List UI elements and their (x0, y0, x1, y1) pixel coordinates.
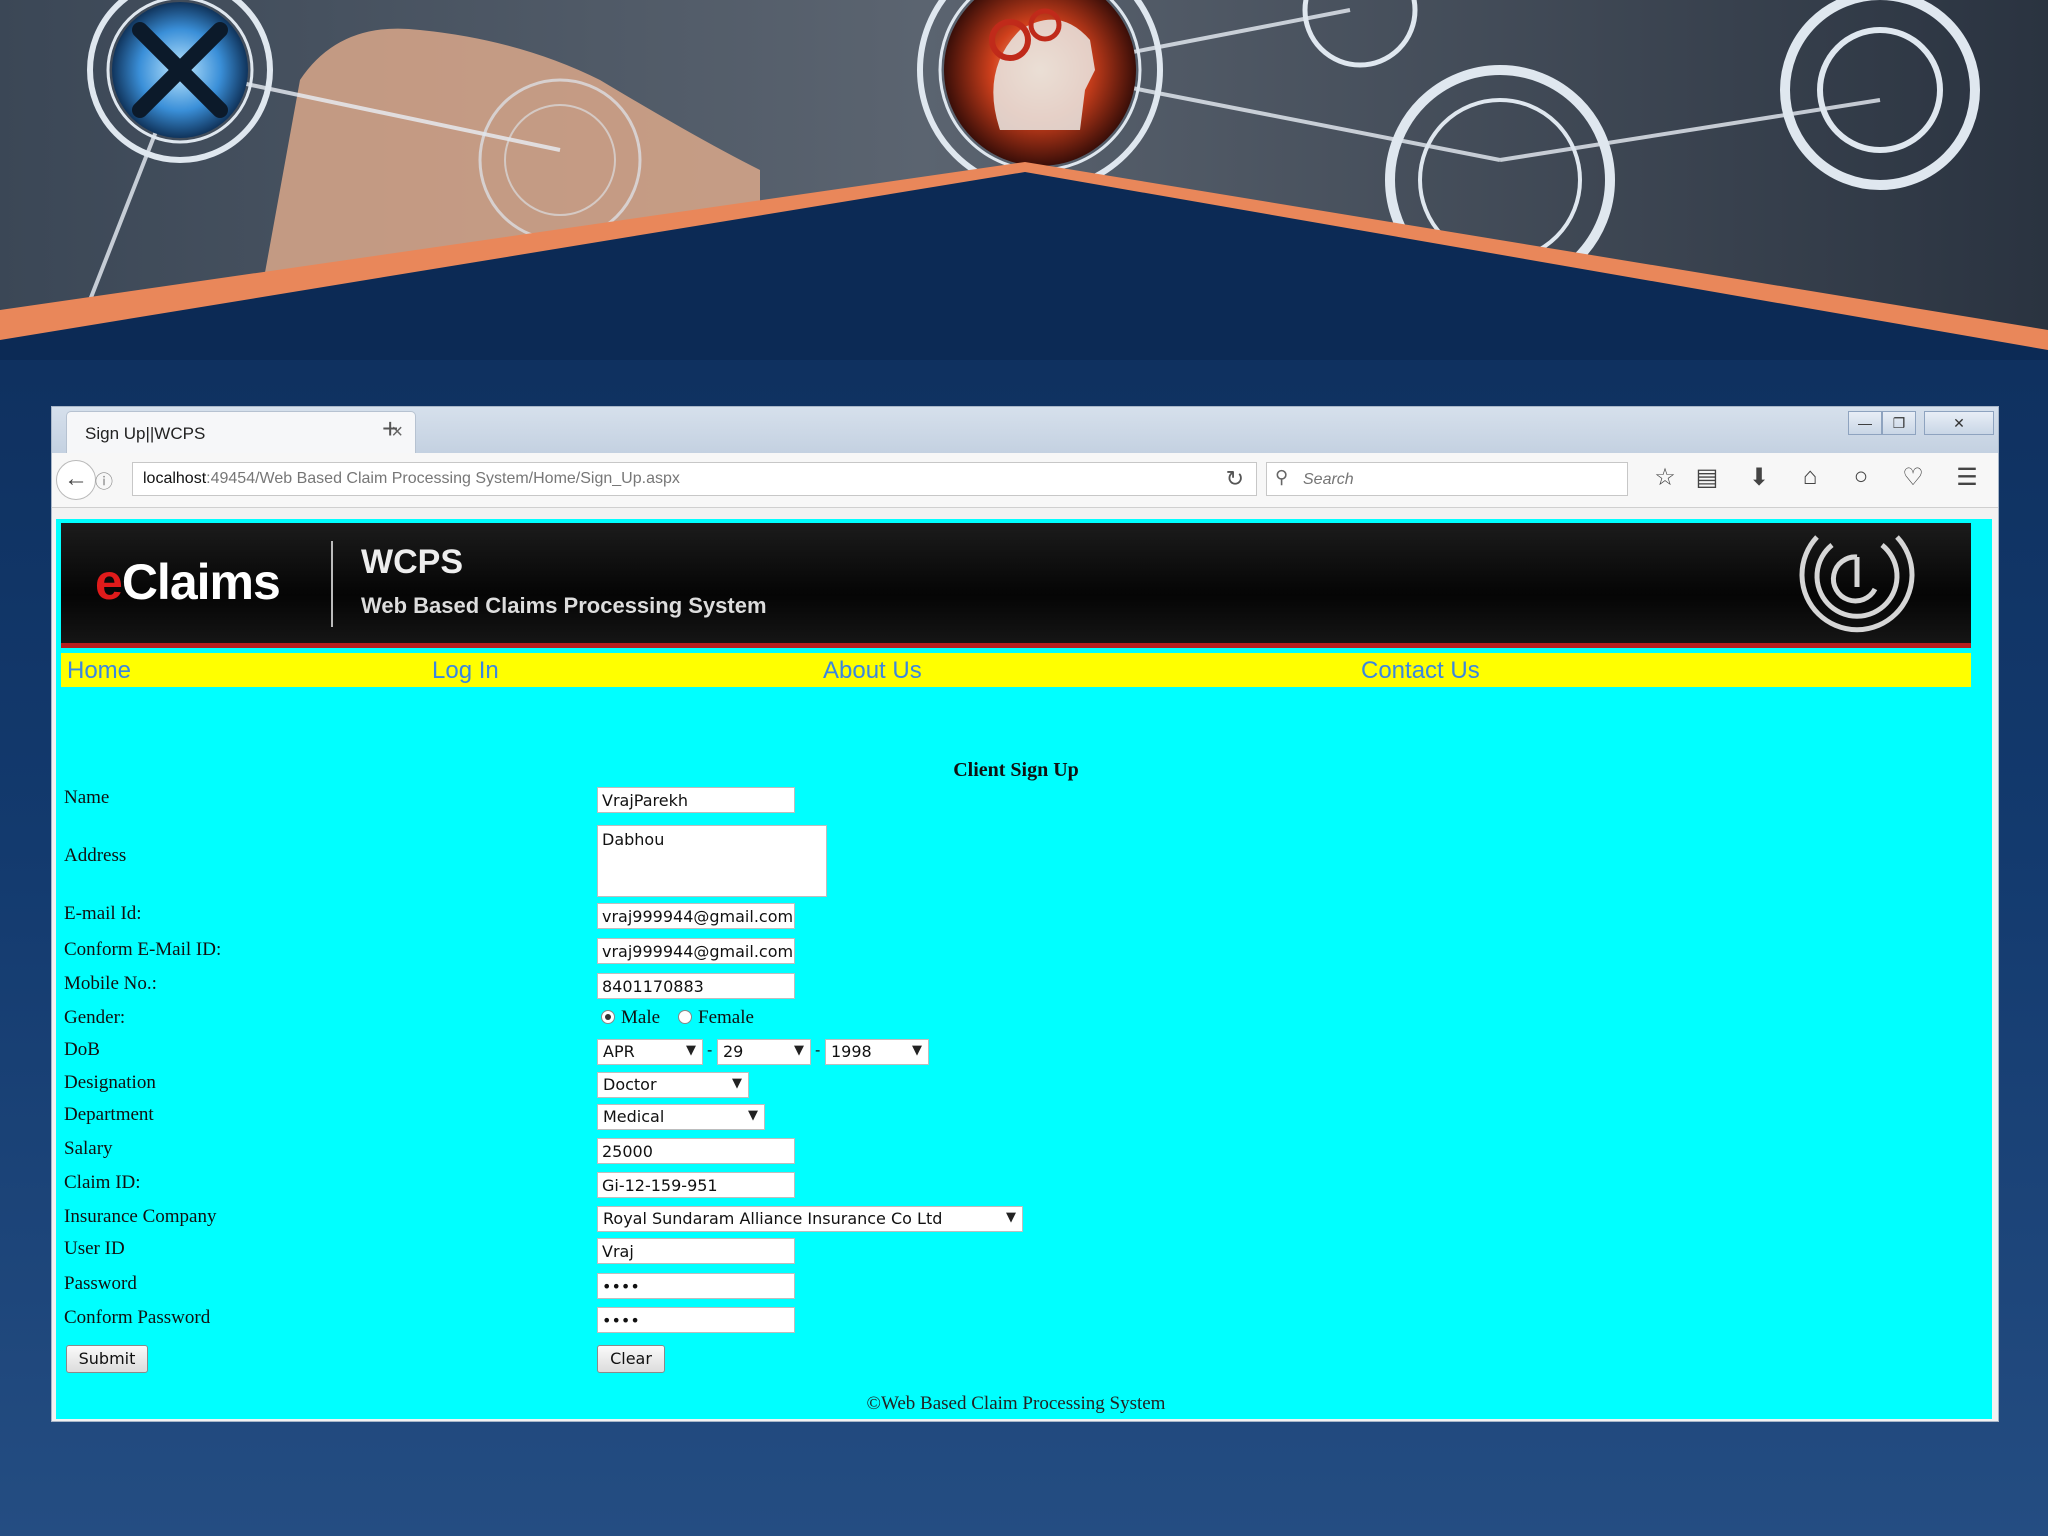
chevron-down-icon: ▼ (912, 1043, 922, 1058)
download-icon[interactable]: ⬇ (1744, 463, 1774, 492)
pocket-icon[interactable]: ♡ (1898, 463, 1928, 492)
confirm-password-label: Conform Password (64, 1307, 211, 1328)
designation-label: Designation (64, 1072, 156, 1093)
insurance-company-select[interactable]: Royal Sundaram Alliance Insurance Co Ltd… (597, 1206, 1023, 1232)
bookmarks-list-icon[interactable]: ▤ (1692, 463, 1722, 492)
info-icon[interactable]: ⓘ (95, 468, 113, 494)
slide-banner-image (0, 0, 2048, 360)
url-host: localhost (143, 470, 207, 487)
navigation-toolbar: ← ⓘ localhost:49454/Web Based Claim Proc… (52, 453, 1998, 508)
url-path: :49454/Web Based Claim Processing System… (206, 470, 680, 487)
form-title: Client Sign Up (953, 759, 1079, 781)
submit-button[interactable]: Submit (66, 1345, 148, 1373)
department-select[interactable]: Medical ▼ (597, 1104, 765, 1130)
reload-icon[interactable]: ↻ (1226, 466, 1244, 492)
minimize-icon[interactable]: — (1848, 411, 1882, 435)
new-tab-icon[interactable]: + (382, 413, 398, 445)
dob-separator: - (707, 1042, 713, 1059)
insurance-company-label: Insurance Company (64, 1206, 217, 1227)
search-icon: ⚲ (1275, 467, 1289, 487)
salary-input[interactable] (597, 1138, 795, 1164)
search-box[interactable]: ⚲ (1266, 462, 1628, 496)
menu-item-log-in[interactable]: Log In (432, 657, 499, 685)
mobile-label: Mobile No.: (64, 973, 157, 994)
address-textarea[interactable]: Dabhou (597, 825, 827, 897)
header-divider (331, 541, 333, 627)
department-label: Department (64, 1104, 154, 1125)
salary-label: Salary (64, 1138, 113, 1159)
confirm-email-input[interactable] (597, 938, 795, 964)
url-text: localhost:49454/Web Based Claim Processi… (143, 470, 680, 488)
back-arrow-icon[interactable]: ← (56, 460, 96, 500)
window-close-icon[interactable]: ✕ (1924, 411, 1994, 435)
tab-title: Sign Up||WCPS (85, 424, 206, 443)
site-abbreviation: WCPS (361, 543, 463, 581)
home-icon[interactable]: ⌂ (1795, 463, 1825, 491)
main-menu: Home Log In About Us Contact Us (61, 653, 1971, 687)
password-label: Password (64, 1273, 137, 1294)
chevron-down-icon: ▼ (748, 1108, 758, 1123)
claim-id-input[interactable] (597, 1172, 795, 1198)
chat-icon[interactable]: ○ (1846, 463, 1876, 491)
browser-tab[interactable]: Sign Up||WCPS × (66, 411, 416, 453)
dob-label: DoB (64, 1039, 100, 1060)
gender-female-label: Female (698, 1007, 754, 1028)
tab-bar: Sign Up||WCPS × + — ❐ ✕ (52, 407, 1998, 453)
search-input[interactable] (1301, 467, 1605, 493)
dob-separator: - (815, 1042, 821, 1059)
dob-year-select[interactable]: 1998 ▼ (825, 1039, 929, 1065)
web-page: eClaims WCPS Web Based Claims Processing… (56, 519, 1992, 1419)
name-label: Name (64, 787, 110, 808)
confirm-password-input[interactable] (597, 1307, 795, 1333)
dob-month-select[interactable]: APR ▼ (597, 1039, 703, 1065)
chevron-down-icon: ▼ (1006, 1210, 1016, 1225)
emblem-icon (1799, 535, 1915, 633)
gender-label: Gender: (64, 1007, 126, 1028)
browser-window: Sign Up||WCPS × + — ❐ ✕ ← ⓘ localhost:49… (51, 406, 1999, 1422)
mobile-input[interactable] (597, 973, 795, 999)
gender-female-radio[interactable] (678, 1010, 692, 1024)
claim-id-label: Claim ID: (64, 1172, 141, 1193)
gender-male-label: Male (621, 1007, 661, 1028)
user-id-label: User ID (64, 1238, 125, 1259)
chevron-down-icon: ▼ (686, 1043, 696, 1058)
chevron-down-icon: ▼ (794, 1043, 804, 1058)
dob-day-select[interactable]: 29 ▼ (717, 1039, 811, 1065)
menu-item-home[interactable]: Home (67, 657, 131, 685)
email-input[interactable] (597, 903, 795, 929)
gender-male-radio[interactable] (601, 1010, 615, 1024)
page-footer: ©Web Based Claim Processing System (866, 1393, 1166, 1414)
address-label: Address (64, 845, 127, 866)
site-full-name: Web Based Claims Processing System (361, 593, 767, 618)
confirm-email-label: Conform E-Mail ID: (64, 939, 222, 960)
menu-item-about-us[interactable]: About Us (823, 657, 922, 685)
site-header: eClaims WCPS Web Based Claims Processing… (61, 523, 1971, 648)
site-logo[interactable]: eClaims (95, 553, 281, 611)
hamburger-menu-icon[interactable]: ☰ (1952, 463, 1982, 492)
clear-button[interactable]: Clear (597, 1345, 665, 1373)
chevron-down-icon: ▼ (732, 1076, 742, 1091)
password-input[interactable] (597, 1273, 795, 1299)
address-bar[interactable]: ⓘ localhost:49454/Web Based Claim Proces… (95, 462, 1257, 496)
bookmark-star-icon[interactable]: ☆ (1650, 463, 1680, 492)
menu-item-contact-us[interactable]: Contact Us (1361, 657, 1480, 685)
user-id-input[interactable] (597, 1238, 795, 1264)
email-label: E-mail Id: (64, 903, 142, 924)
designation-select[interactable]: Doctor ▼ (597, 1072, 749, 1098)
maximize-icon[interactable]: ❐ (1882, 411, 1916, 435)
name-input[interactable] (597, 787, 795, 813)
